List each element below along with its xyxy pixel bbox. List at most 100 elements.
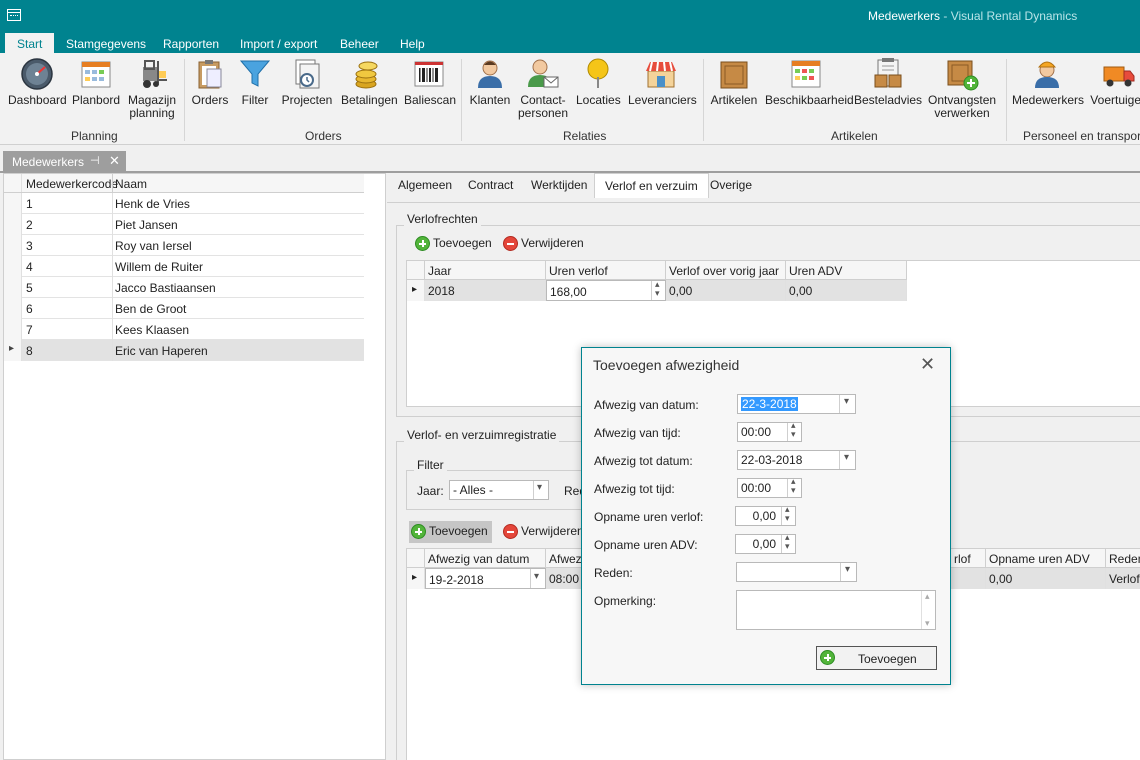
column-header-opname-uren-verlof[interactable]: rlof <box>951 549 986 568</box>
column-header-uren-verlof[interactable]: Uren verlof <box>546 261 666 280</box>
ribbon-tab-import-export[interactable]: Import / export <box>240 37 317 51</box>
verlofrechten-remove-button[interactable]: Verwijderen <box>501 234 584 254</box>
filter-button[interactable]: Filter <box>238 57 272 107</box>
ribbon-tab-rapporten[interactable]: Rapporten <box>163 37 219 51</box>
ribbon-tab-beheer[interactable]: Beheer <box>340 37 379 51</box>
opname-uren-adv-field[interactable]: 0,00 <box>735 534 796 554</box>
dialog-toevoegen-button[interactable]: Toevoegen <box>816 646 937 670</box>
column-header-code[interactable]: Medewerkercode <box>26 177 118 191</box>
table-row[interactable]: 1 Henk de Vries <box>4 193 364 214</box>
table-row[interactable]: 2 Piet Jansen <box>4 214 364 235</box>
uren-verlof-value: 168,00 <box>550 285 587 299</box>
employee-code: 8 <box>26 344 33 358</box>
app-icon[interactable] <box>7 9 21 21</box>
table-row[interactable]: 4 Willem de Ruiter <box>4 256 364 277</box>
ontvangsten-verwerken-button[interactable]: Ontvangsten verwerken <box>928 57 996 120</box>
afwezig-tot-tijd-field[interactable]: 00:00 <box>737 478 802 498</box>
voertuigen-button[interactable]: Voertuigen <box>1089 57 1140 107</box>
chevron-down-icon[interactable]: ▾ <box>530 569 545 588</box>
leveranciers-button[interactable]: Leveranciers <box>628 57 697 107</box>
spin-buttons[interactable] <box>787 479 801 497</box>
locaties-button[interactable]: Locaties <box>576 57 621 107</box>
spin-buttons[interactable] <box>781 535 795 553</box>
dashboard-button[interactable]: Dashboard <box>8 57 67 107</box>
chevron-down-icon[interactable] <box>839 395 855 413</box>
tab-contract[interactable]: Contract <box>468 178 513 192</box>
close-icon[interactable]: ✕ <box>109 153 120 169</box>
opname-uren-verlof-label: Opname uren verlof: <box>594 510 704 524</box>
tab-overige[interactable]: Overige <box>710 178 752 192</box>
jaar-select[interactable]: - Alles - <box>449 480 549 500</box>
cell-uren-verlof-editor[interactable]: 168,00 <box>546 280 666 301</box>
tab-verlof-en-verzuim[interactable]: Verlof en verzuim <box>594 173 709 198</box>
baliescan-button[interactable]: Baliescan <box>404 57 456 107</box>
betalingen-button[interactable]: Betalingen <box>341 57 398 107</box>
reden-select[interactable] <box>736 562 857 582</box>
afwezig-van-tijd-field[interactable]: 00:00 <box>737 422 802 442</box>
registratie-add-button[interactable]: Toevoegen <box>409 521 492 543</box>
opname-uren-adv-value: 0,00 <box>752 537 776 551</box>
chevron-down-icon[interactable] <box>840 563 856 581</box>
remove-icon <box>503 236 518 251</box>
column-header-verlof-vorig-jaar[interactable]: Verlof over vorig jaar <box>666 261 786 280</box>
besteladvies-button[interactable]: Besteladvies <box>854 57 922 107</box>
artikelen-label: Artikelen <box>710 93 758 107</box>
beschikbaarheid-button[interactable]: Beschikbaarheid <box>765 57 854 107</box>
pin-icon[interactable]: ⊣ <box>90 154 100 167</box>
cell-opname-uren-adv[interactable]: 0,00 <box>986 568 1106 589</box>
contactpersonen-button[interactable]: Contact- personen <box>517 57 569 120</box>
tab-algemeen[interactable]: Algemeen <box>398 178 452 192</box>
spin-buttons[interactable] <box>651 281 665 300</box>
column-header-uren-adv[interactable]: Uren ADV <box>786 261 907 280</box>
dashboard-label: Dashboard <box>8 93 67 107</box>
table-row-selected[interactable]: 8 Eric van Haperen <box>4 340 364 361</box>
projecten-button[interactable]: Projecten <box>281 57 333 107</box>
tab-werktijden[interactable]: Werktijden <box>531 178 587 192</box>
cell-verlof-vorig-jaar[interactable]: 0,00 <box>666 280 786 301</box>
magazijn-planning-button[interactable]: Magazijn planning <box>126 57 178 120</box>
ribbon-tab-help[interactable]: Help <box>400 37 425 51</box>
close-icon[interactable]: ✕ <box>920 354 935 375</box>
employee-code: 7 <box>26 323 33 337</box>
document-tab-medewerkers[interactable]: Medewerkers ⊣ ✕ <box>3 151 126 171</box>
orders-button[interactable]: Orders <box>191 57 229 107</box>
opname-uren-verlof-field[interactable]: 0,00 <box>735 506 796 526</box>
magazijn-label: Magazijn planning <box>127 93 177 120</box>
registratie-remove-button[interactable]: Verwijderen <box>501 522 584 542</box>
spin-buttons[interactable] <box>781 507 795 525</box>
chevron-down-icon[interactable] <box>839 451 855 469</box>
table-row[interactable]: 3 Roy van Iersel <box>4 235 364 256</box>
artikelen-button[interactable]: Artikelen <box>710 57 758 107</box>
afwezig-van-datum-field[interactable]: 22-3-2018 <box>737 394 856 414</box>
opmerking-textarea[interactable]: ▴ ▾ <box>736 590 936 630</box>
klanten-button[interactable]: Klanten <box>469 57 511 107</box>
ribbon-tab-stamgegevens[interactable]: Stamgegevens <box>66 37 146 51</box>
cell-uren-adv[interactable]: 0,00 <box>786 280 907 301</box>
column-header-naam[interactable]: Naam <box>115 177 147 191</box>
afwezig-tot-datum-field[interactable]: 22-03-2018 <box>737 450 856 470</box>
column-header-opname-uren-adv[interactable]: Opname uren ADV <box>986 549 1106 568</box>
column-header-jaar[interactable]: Jaar <box>425 261 546 280</box>
cell-afwezig-van-datum-editor[interactable]: 19-2-2018 ▾ <box>425 568 546 589</box>
cell-reden[interactable]: Verlof <box>1106 568 1140 589</box>
ribbon-tab-start[interactable]: Start <box>5 33 55 53</box>
spin-buttons[interactable] <box>787 423 801 441</box>
table-row[interactable]: 6 Ben de Groot <box>4 298 364 319</box>
cell-opname-uren-verlof[interactable] <box>951 568 986 589</box>
column-header-reden[interactable]: Reden <box>1106 549 1140 568</box>
cell-jaar[interactable]: 2018 <box>425 280 546 301</box>
medewerkers-button[interactable]: Medewerkers <box>1012 57 1084 107</box>
planbord-button[interactable]: Planbord <box>72 57 120 107</box>
table-row[interactable]: 7 Kees Klaasen <box>4 319 364 340</box>
column-header-afwezig-van-datum[interactable]: Afwezig van datum <box>425 549 546 568</box>
verlofrechten-add-button[interactable]: Toevoegen <box>413 234 492 254</box>
chevron-down-icon[interactable] <box>533 481 548 499</box>
table-row[interactable]: 5 Jacco Bastiaansen <box>4 277 364 298</box>
textarea-scrollbar[interactable]: ▴ ▾ <box>921 591 935 629</box>
employee-grid: Medewerkercode Naam 1 Henk de Vries 2 Piet… <box>3 173 386 760</box>
ribbon-tab-bar: Start Stamgegevens Rapporten Import / ex… <box>0 33 1140 53</box>
box-add-icon <box>945 57 979 91</box>
projects-icon <box>290 57 324 91</box>
document-tab-label: Medewerkers <box>12 155 85 169</box>
employee-name: Willem de Ruiter <box>115 260 204 274</box>
